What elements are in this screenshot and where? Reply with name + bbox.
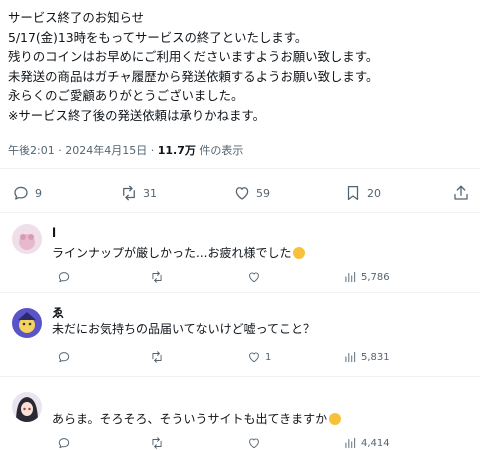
reply-icon (58, 438, 70, 449)
post-line-title: サービス終了のお知らせ (8, 10, 145, 25)
views-icon (345, 271, 356, 283)
repost-button[interactable] (150, 436, 164, 450)
like-icon (249, 352, 259, 363)
like-button[interactable] (247, 270, 265, 284)
avatar[interactable] (12, 224, 42, 254)
reply-actions: 5,786 (0, 270, 480, 286)
views-icon (345, 437, 356, 449)
like-icon (249, 438, 259, 449)
bookmark-button[interactable]: 20 (344, 184, 381, 202)
reply-text-content: ラインナップが厳しかった...お疲れ様でした (52, 246, 292, 260)
like-button[interactable] (247, 436, 265, 450)
post-line: 永らくのご愛顧ありがとうございました。 (8, 88, 244, 104)
views-count: 11.7万 (157, 144, 196, 157)
views-button[interactable]: 5,786 (343, 270, 390, 284)
relieved-emoji-icon (293, 247, 306, 259)
repost-icon (123, 185, 135, 201)
views-icon (345, 351, 356, 363)
meta-separator: · (150, 144, 158, 157)
bookmark-icon (347, 185, 359, 201)
repost-icon (152, 437, 162, 449)
like-count: 59 (256, 186, 270, 200)
share-icon (454, 185, 468, 200)
repost-icon (152, 271, 162, 283)
views-label: 件の表示 (199, 144, 244, 157)
reply-text-content: あらま。そろそろ、そういうサイトも出てきますか (52, 412, 328, 426)
views-button[interactable]: 4,414 (343, 436, 390, 450)
reply-count: 9 (35, 186, 42, 200)
views-count: 4,414 (361, 437, 390, 449)
post-body: サービス終了のお知らせ 5/17(金)13時をもってサービスの終了といたします。… (8, 8, 478, 126)
bookmark-count: 20 (367, 186, 381, 200)
repost-icon (152, 351, 162, 363)
reply-item[interactable]: あらま。そろそろ、そういうサイトも出てきますか 4,414 (0, 376, 480, 450)
reply-actions: 1 5,831 (0, 350, 480, 366)
reply-item[interactable]: ゑ 未だにお気持ちの品届いてないけど嘘ってこと？ 1 5,831 (0, 292, 480, 374)
reply-actions: 4,414 (0, 436, 480, 450)
reply-icon (14, 186, 28, 200)
repost-button[interactable]: 31 (120, 184, 157, 202)
like-button[interactable]: 1 (247, 350, 271, 364)
views-count: 5,831 (361, 351, 390, 363)
repost-button[interactable] (150, 270, 164, 284)
reply-item[interactable]: l ラインナップが厳しかった...お疲れ様でした 5,786 (0, 212, 480, 292)
reply-button[interactable] (57, 350, 71, 364)
reply-text: 未だにお気持ちの品届いてないけど嘘ってこと？ (52, 322, 316, 336)
views-button[interactable]: 5,831 (343, 350, 390, 364)
post-line: 5/17(金)13時をもってサービスの終了といたします。 (8, 29, 308, 45)
like-button[interactable]: 59 (233, 184, 270, 202)
post-line: ※サービス終了後の発送依頼は承りかねます。 (8, 107, 265, 123)
reply-icon (58, 272, 70, 283)
username[interactable]: ゑ (52, 304, 64, 321)
post-time[interactable]: 午後2:01 (8, 144, 55, 157)
reply-button[interactable] (57, 270, 71, 284)
avatar[interactable] (12, 392, 42, 422)
like-count: 1 (265, 351, 272, 363)
username[interactable]: l (52, 226, 56, 240)
post-meta: 午後2:01 · 2024年4月15日 · 11.7万 件の表示 (8, 142, 243, 158)
divider (0, 168, 480, 169)
views-count: 5,786 (361, 271, 390, 283)
reply-icon (58, 352, 70, 363)
reply-button[interactable]: 9 (12, 184, 42, 202)
avatar[interactable] (12, 308, 42, 338)
share-button[interactable] (452, 184, 470, 202)
thinking-emoji-icon (329, 413, 342, 425)
reply-button[interactable] (57, 436, 71, 450)
post-actions: 9 31 59 20 (0, 184, 480, 204)
repost-count: 31 (143, 186, 157, 200)
like-icon (235, 187, 249, 200)
repost-button[interactable] (150, 350, 164, 364)
post-line: 残りのコインはお早めにご利用くださいますようお願い致します。 (8, 49, 379, 65)
reply-text: あらま。そろそろ、そういうサイトも出てきますか (52, 410, 342, 427)
post-line: 未発送の商品はガチャ履歴から発送依頼するようお願い致します。 (8, 68, 379, 84)
post-date[interactable]: 2024年4月15日 (65, 144, 147, 157)
like-icon (249, 272, 259, 283)
reply-text: ラインナップが厳しかった...お疲れ様でした (52, 244, 306, 261)
